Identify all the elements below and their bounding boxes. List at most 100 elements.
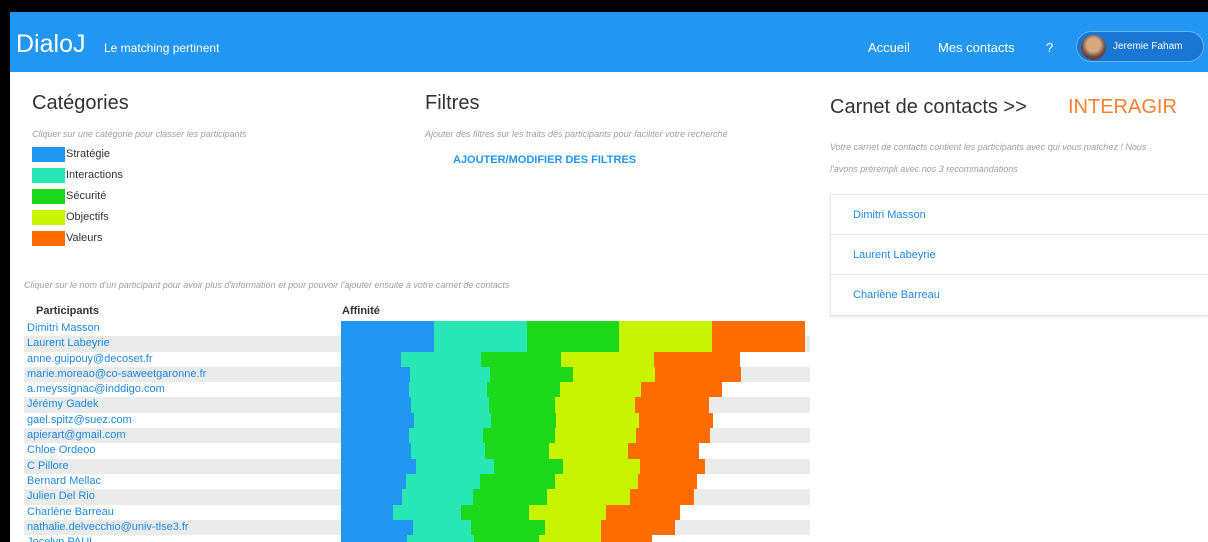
affinity-segment-3 bbox=[526, 321, 620, 337]
affinity-segment-1 bbox=[341, 443, 412, 459]
affinity-segment-4 bbox=[545, 519, 602, 536]
participant-row: Julien Del Rio bbox=[10, 489, 1208, 505]
affinity-segment-2 bbox=[411, 443, 485, 459]
affinity-segment-3 bbox=[489, 366, 573, 383]
affinity-segment-5 bbox=[640, 382, 723, 398]
participant-name[interactable]: Charlène Barreau bbox=[27, 506, 114, 519]
category-swatch bbox=[32, 168, 65, 183]
participant-name[interactable]: a.meyssignac@inddigo.com bbox=[27, 383, 165, 396]
contact-name: Charlène Barreau bbox=[853, 289, 940, 301]
participant-name[interactable]: gael.spitz@suez.com bbox=[27, 414, 132, 427]
filters-title: Filtres bbox=[425, 92, 480, 114]
affinity-column-header: Affinité bbox=[342, 305, 380, 317]
category-swatch bbox=[32, 189, 65, 204]
affinity-segment-5 bbox=[634, 397, 710, 413]
participant-row: C Pillore bbox=[10, 458, 1208, 475]
affinity-segment-3 bbox=[482, 428, 556, 444]
affinity-segment-3 bbox=[494, 458, 564, 474]
contact-item[interactable]: Dimitri Masson bbox=[831, 195, 1208, 235]
category-1[interactable]: Stratégie bbox=[32, 147, 192, 162]
affinity-segment-3 bbox=[488, 397, 556, 413]
contact-list: Dimitri Masson Laurent Labeyrie Charlène B… bbox=[830, 194, 1208, 316]
participant-name[interactable]: Jérémy Gadek bbox=[27, 398, 99, 411]
top-navbar: DialoJ Le matching pertinent Accueil Mes… bbox=[10, 12, 1208, 72]
affinity-segment-2 bbox=[414, 412, 491, 429]
affinity-segment-2 bbox=[407, 535, 474, 542]
affinity-segment-5 bbox=[606, 504, 680, 520]
filters-hint: Ajouter des filtres sur les traits des p… bbox=[425, 129, 728, 139]
contact-name: Laurent Labeyrie bbox=[853, 249, 936, 261]
user-menu[interactable]: Jeremie Faham bbox=[1076, 31, 1204, 62]
contact-item[interactable]: Laurent Labeyrie bbox=[831, 235, 1208, 275]
affinity-segment-4 bbox=[555, 428, 636, 444]
affinity-segment-2 bbox=[406, 473, 480, 490]
category-5[interactable]: Valeurs bbox=[32, 231, 192, 246]
participant-row: Laurent Labeyrie bbox=[10, 336, 1208, 352]
participant-row: a.meyssignac@inddigo.com bbox=[10, 382, 1208, 398]
participants-column-header: Participants bbox=[36, 305, 99, 317]
affinity-segment-4 bbox=[619, 321, 713, 337]
category-label: Stratégie bbox=[66, 148, 111, 160]
affinity-segment-3 bbox=[470, 519, 545, 536]
user-name: Jeremie Faham bbox=[1113, 41, 1183, 52]
affinity-segment-1 bbox=[341, 458, 417, 474]
participant-row: nathalie.delvecchio@univ-tlse3.fr bbox=[10, 519, 1208, 536]
affinity-segment-4 bbox=[563, 458, 640, 474]
affinity-segment-5 bbox=[627, 443, 699, 459]
participant-name[interactable]: Dimitri Masson bbox=[27, 322, 100, 335]
affinity-segment-4 bbox=[619, 336, 713, 352]
affinity-segment-4 bbox=[555, 397, 635, 413]
affinity-segment-1 bbox=[341, 519, 414, 536]
affinity-segment-1 bbox=[341, 504, 394, 520]
affinity-segment-4 bbox=[555, 473, 638, 490]
category-swatch bbox=[32, 231, 65, 246]
participant-name[interactable]: nathalie.delvecchio@univ-tlse3.fr bbox=[27, 521, 189, 534]
affinity-segment-1 bbox=[341, 397, 412, 413]
affinity-segment-5 bbox=[712, 336, 806, 352]
affinity-segment-5 bbox=[601, 519, 675, 536]
nav-help[interactable]: ? bbox=[1046, 40, 1053, 55]
nav-mes-contacts[interactable]: Mes contacts bbox=[938, 40, 1015, 55]
affinity-segment-4 bbox=[572, 366, 656, 383]
category-label: Sécurité bbox=[66, 190, 107, 202]
participant-name[interactable]: Jocelyn PAUL bbox=[27, 536, 95, 542]
category-4[interactable]: Objectifs bbox=[32, 210, 192, 225]
affinity-segment-2 bbox=[402, 489, 473, 505]
affinity-segment-3 bbox=[473, 535, 539, 542]
interagir-button[interactable]: INTERAGIR bbox=[1068, 96, 1177, 119]
affinity-segment-1 bbox=[341, 412, 415, 429]
affinity-segment-2 bbox=[393, 504, 462, 520]
affinity-segment-3 bbox=[472, 489, 548, 505]
participant-name[interactable]: Julien Del Rio bbox=[27, 490, 95, 503]
category-swatch bbox=[32, 210, 65, 225]
affinity-segment-2 bbox=[409, 428, 483, 444]
participant-name[interactable]: anne.guipouy@decoset.fr bbox=[27, 353, 153, 366]
affinity-segment-4 bbox=[538, 535, 602, 542]
participant-row: apierart@gmail.com bbox=[10, 428, 1208, 444]
affinity-segment-4 bbox=[549, 443, 628, 459]
affinity-segment-5 bbox=[601, 535, 653, 542]
affinity-segment-2 bbox=[433, 336, 527, 352]
add-filters-button[interactable]: AJOUTER/MODIFIER DES FILTRES bbox=[453, 154, 636, 166]
participant-name[interactable]: apierart@gmail.com bbox=[27, 429, 126, 442]
contact-item[interactable]: Charlène Barreau bbox=[831, 275, 1208, 315]
participant-name[interactable]: C Pillore bbox=[27, 460, 69, 473]
carnet-title: Carnet de contacts >> bbox=[830, 96, 1027, 118]
category-2[interactable]: Interactions bbox=[32, 168, 192, 183]
affinity-segment-2 bbox=[411, 397, 489, 413]
carnet-hint-line1: Votre carnet de contacts contient les pa… bbox=[830, 142, 1147, 152]
affinity-segment-5 bbox=[655, 366, 741, 383]
affinity-segment-5 bbox=[629, 489, 694, 505]
participant-name[interactable]: Laurent Labeyrie bbox=[27, 337, 110, 350]
participant-name[interactable]: marie.moreao@co-saweetgaronne.fr bbox=[27, 368, 206, 381]
affinity-segment-1 bbox=[341, 489, 403, 505]
affinity-segment-2 bbox=[401, 351, 481, 367]
affinity-segment-1 bbox=[341, 473, 407, 490]
affinity-segment-1 bbox=[341, 428, 410, 444]
brand-logo[interactable]: DialoJ bbox=[16, 30, 85, 59]
participant-name[interactable]: Chloe Ordeoo bbox=[27, 444, 96, 457]
category-3[interactable]: Sécurité bbox=[32, 189, 192, 204]
participant-name[interactable]: Bernard Mellac bbox=[27, 475, 101, 488]
affinity-segment-2 bbox=[413, 519, 471, 536]
nav-accueil[interactable]: Accueil bbox=[868, 40, 910, 55]
